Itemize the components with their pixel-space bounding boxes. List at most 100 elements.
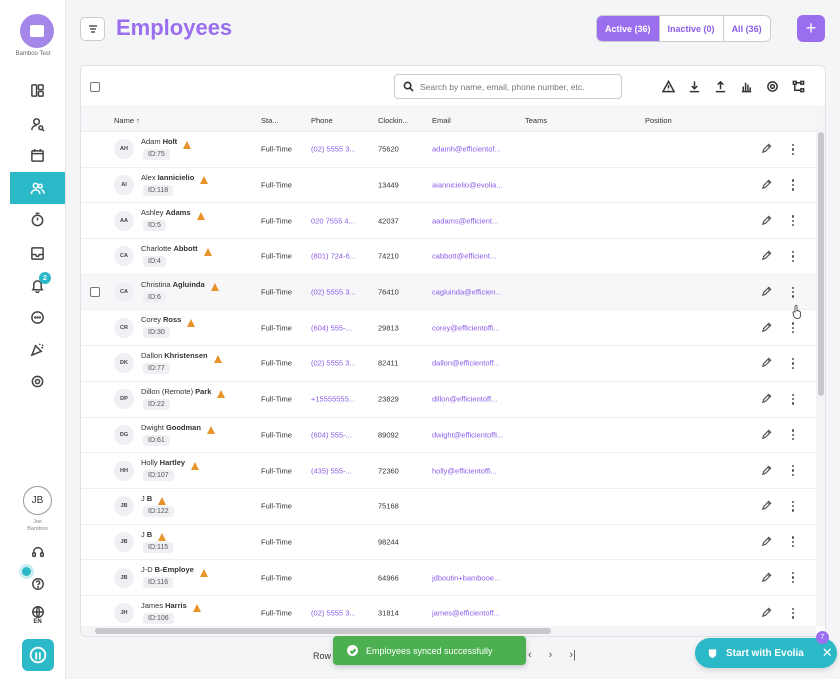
employee-first-name[interactable]: Holly [141, 458, 158, 467]
download-button[interactable] [687, 79, 702, 94]
edit-button[interactable] [761, 322, 773, 334]
row-more-button[interactable] [788, 607, 798, 619]
email-link[interactable]: adamh@efficientof... [432, 145, 517, 154]
edit-button[interactable] [761, 500, 773, 512]
language-button[interactable] [30, 604, 46, 620]
org-logo[interactable] [20, 14, 54, 48]
row-more-button[interactable] [788, 286, 798, 298]
employee-last-name[interactable]: Agluinda [173, 280, 205, 289]
row-more-button[interactable] [788, 215, 798, 227]
edit-button[interactable] [761, 357, 773, 369]
employee-last-name[interactable]: Abbott [173, 244, 197, 253]
nav-employees[interactable] [10, 172, 65, 204]
edit-button[interactable] [761, 465, 773, 477]
email-link[interactable]: aiannicielio@evolia... [432, 181, 517, 190]
upload-button[interactable] [713, 79, 728, 94]
vertical-scroll-thumb[interactable] [818, 132, 824, 396]
warning-icon[interactable] [203, 247, 212, 256]
vertical-scrollbar[interactable] [816, 106, 825, 626]
edit-button[interactable] [761, 250, 773, 262]
last-page-button[interactable]: ›| [569, 649, 576, 661]
warning-icon[interactable] [196, 211, 205, 220]
employee-last-name[interactable]: Adams [166, 208, 191, 217]
table-row[interactable]: JB J B ID:115 Full-Time 98244 [81, 525, 816, 561]
email-link[interactable]: jdboutin+bambooe... [432, 573, 517, 582]
warning-icon[interactable] [213, 354, 222, 363]
reports-button[interactable] [739, 79, 754, 94]
close-icon[interactable]: ✕ [822, 645, 833, 661]
row-more-button[interactable] [788, 179, 798, 191]
prev-page-button[interactable]: ‹ [528, 649, 532, 661]
edit-button[interactable] [761, 215, 773, 227]
employee-first-name[interactable]: Dallon [141, 351, 162, 360]
email-link[interactable]: holly@efficientoffi... [432, 466, 517, 475]
employee-last-name[interactable]: B [147, 494, 152, 503]
email-link[interactable]: james@efficientoff... [432, 609, 517, 618]
nav-schedule[interactable] [10, 139, 65, 171]
row-more-button[interactable] [788, 357, 798, 370]
email-link[interactable]: aadams@efficient... [432, 216, 517, 225]
row-more-button[interactable] [788, 393, 798, 405]
email-link[interactable]: dillon@efficientoff... [432, 395, 517, 404]
warning-icon[interactable] [199, 568, 208, 577]
employee-last-name[interactable]: Hartley [160, 458, 185, 467]
employee-first-name[interactable]: Dwight [141, 423, 164, 432]
warning-icon[interactable] [192, 604, 201, 613]
column-name[interactable]: Name ↑ [114, 116, 140, 125]
employee-first-name[interactable]: James [141, 601, 163, 610]
employee-last-name[interactable]: Holt [163, 137, 178, 146]
warning-icon[interactable] [210, 283, 219, 292]
nav-notifications[interactable]: 2 [10, 269, 65, 301]
column-status[interactable]: Sta... [261, 116, 279, 125]
edit-button[interactable] [761, 536, 773, 548]
search-input[interactable] [420, 81, 610, 92]
settings-button[interactable] [765, 79, 780, 94]
row-more-button[interactable] [788, 429, 798, 441]
employee-first-name[interactable]: Charlotte [141, 244, 171, 253]
horizontal-scrollbar[interactable] [81, 626, 816, 636]
warning-icon[interactable] [206, 426, 215, 434]
phone-link[interactable]: (02) 5555 3... [311, 609, 373, 618]
support-button[interactable] [30, 544, 46, 560]
nav-settings[interactable] [10, 365, 65, 397]
table-row[interactable]: AH Adam Holt ID:75 Full-Time (02) 5555 3... 75… [81, 132, 816, 168]
nav-profile[interactable] [10, 108, 65, 140]
employee-first-name[interactable]: J [141, 530, 145, 539]
warning-icon[interactable] [187, 318, 196, 327]
column-position[interactable]: Position [645, 116, 672, 125]
employee-first-name[interactable]: Ashley [141, 208, 164, 217]
filter-menu-button[interactable] [80, 17, 105, 41]
nav-celebrations[interactable] [10, 333, 65, 365]
phone-link[interactable]: (02) 5555 3... [311, 288, 373, 297]
phone-link[interactable]: (604) 555-... [311, 430, 373, 439]
row-more-button[interactable] [788, 143, 798, 155]
row-checkbox[interactable] [90, 287, 100, 298]
filter-all[interactable]: All (36) [723, 16, 770, 41]
table-row[interactable]: DK Dallon Khristensen ID:77 Full-Time (02) 55… [81, 346, 816, 382]
employee-last-name[interactable]: B-Employe [155, 565, 194, 574]
edit-button[interactable] [761, 429, 773, 441]
row-more-button[interactable] [788, 536, 798, 548]
employee-first-name[interactable]: Adam [141, 137, 161, 146]
org-structure-button[interactable] [791, 79, 806, 94]
column-email[interactable]: Email [432, 116, 451, 125]
add-employee-button[interactable]: + [797, 15, 825, 42]
horizontal-scroll-thumb[interactable] [95, 628, 551, 634]
employee-first-name[interactable]: Dillon (Remote) [141, 387, 193, 396]
nav-messages[interactable] [10, 301, 65, 333]
user-avatar[interactable]: JB [23, 486, 52, 515]
employee-first-name[interactable]: J-D [141, 565, 153, 574]
phone-link[interactable]: +15555555... [311, 395, 373, 404]
email-link[interactable]: dallon@efficientoff... [432, 359, 517, 368]
phone-link[interactable]: 020 7555 4... [311, 216, 373, 225]
edit-button[interactable] [761, 572, 773, 584]
edit-button[interactable] [761, 179, 773, 191]
email-link[interactable]: cagluinda@efficien... [432, 288, 517, 297]
table-row[interactable]: JB J B ID:122 Full-Time 75168 [81, 489, 816, 525]
email-link[interactable]: corey@efficientoffi... [432, 323, 517, 332]
evolia-logo[interactable] [22, 639, 54, 671]
table-row[interactable]: JB J-D B-Employe ID:116 Full-Time 64966 jdbout… [81, 560, 816, 596]
table-row[interactable]: CA Charlotte Abbott ID:4 Full-Time (801) 724-… [81, 239, 816, 275]
row-more-button[interactable] [788, 572, 798, 584]
table-row[interactable]: AA Ashley Adams ID:5 Full-Time 020 7555 4... 4… [81, 203, 816, 240]
